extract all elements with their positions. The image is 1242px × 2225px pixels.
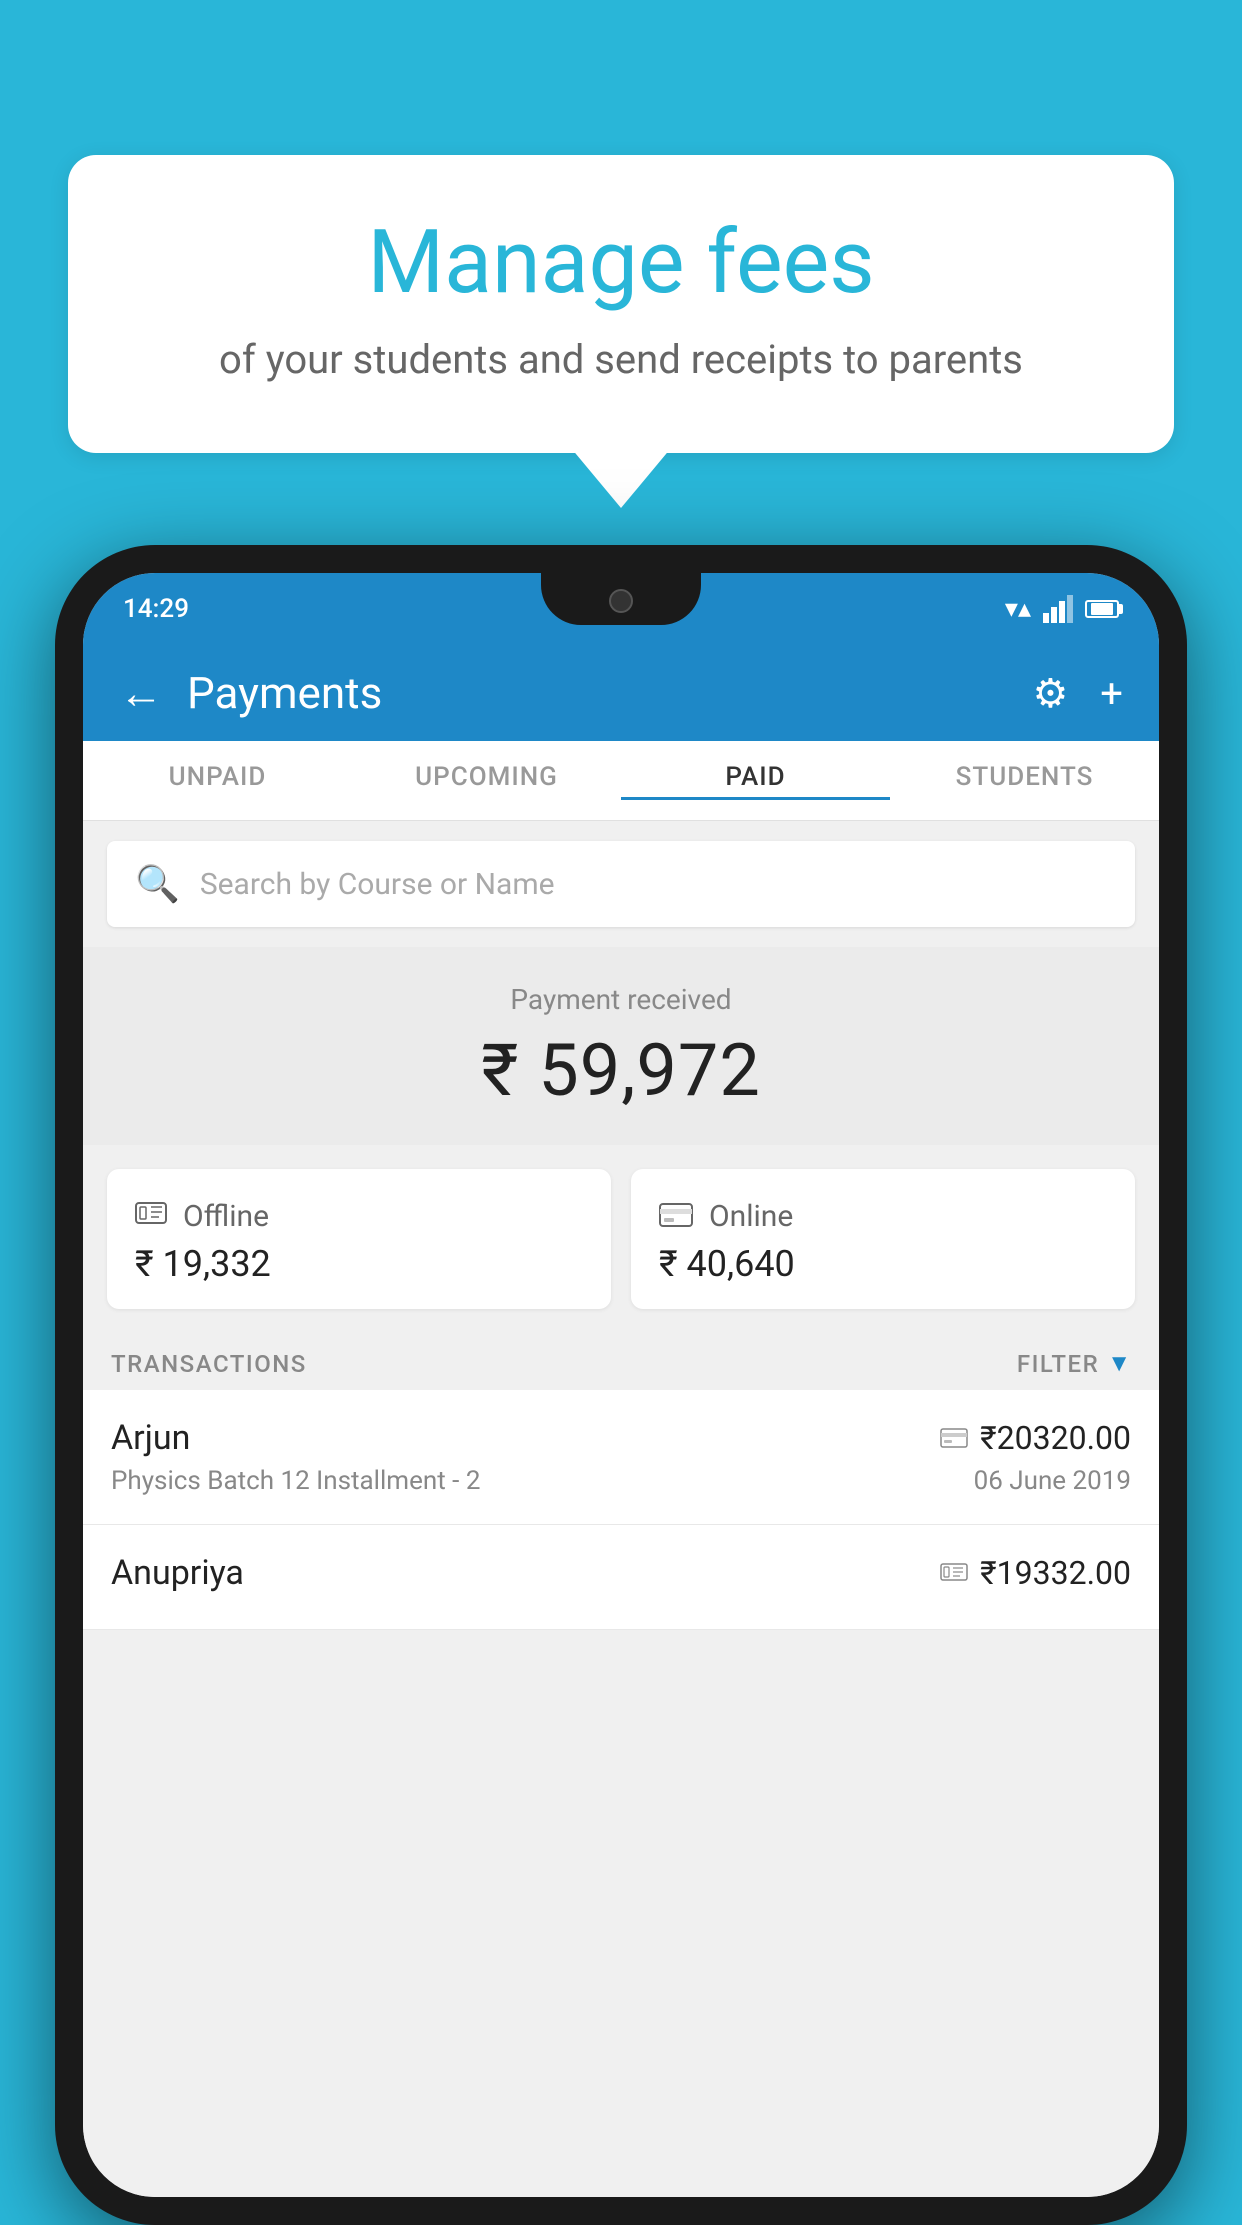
tabs-bar: UNPAID UPCOMING PAID STUDENTS [83,741,1159,821]
tab-upcoming[interactable]: UPCOMING [352,762,621,800]
transaction-name: Anupriya [111,1553,244,1593]
phone-screen: 14:29 ▾▴ [83,573,1159,2197]
status-icons: ▾▴ [1005,594,1119,624]
transaction-course: Physics Batch 12 Installment - 2 [111,1466,480,1496]
bubble-title: Manage fees [148,215,1094,312]
tab-students[interactable]: STUDENTS [890,762,1159,800]
transaction-date: 06 June 2019 [974,1466,1131,1496]
add-icon[interactable]: + [1100,670,1123,717]
battery-icon [1085,600,1119,618]
search-icon: 🔍 [135,863,180,905]
offline-payment-card: Offline ₹ 19,332 [107,1169,611,1309]
transaction-row[interactable]: Arjun ₹20320.00 Physics Batch 1 [83,1390,1159,1525]
transaction-amount: ₹20320.00 [980,1419,1131,1457]
header-actions: ⚙ + [1032,670,1123,717]
page-title: Payments [187,667,1032,719]
offline-payment-icon [135,1197,167,1235]
transaction-cash-icon [940,1557,968,1590]
online-payment-icon [659,1197,693,1235]
settings-icon[interactable]: ⚙ [1032,670,1068,717]
transaction-row[interactable]: Anupriya ₹19332.00 [83,1525,1159,1630]
transaction-amount-wrapper: ₹19332.00 [940,1554,1131,1592]
content-area: 🔍 Search by Course or Name Payment recei… [83,821,1159,2197]
online-payment-card: Online ₹ 40,640 [631,1169,1135,1309]
payment-received-section: Payment received ₹ 59,972 [83,947,1159,1145]
transactions-header: TRANSACTIONS FILTER ▼ [83,1333,1159,1390]
filter-icon: ▼ [1107,1349,1131,1378]
transaction-amount: ₹19332.00 [980,1554,1131,1592]
phone-notch [541,573,701,625]
status-time: 14:29 [123,594,189,624]
speech-bubble: Manage fees of your students and send re… [68,155,1174,453]
tab-unpaid[interactable]: UNPAID [83,762,352,800]
search-input[interactable]: Search by Course or Name [200,867,555,902]
online-amount: ₹ 40,640 [659,1243,1107,1285]
payment-label: Payment received [107,983,1135,1016]
payment-total-amount: ₹ 59,972 [107,1028,1135,1113]
transaction-card-icon [940,1422,968,1455]
search-bar[interactable]: 🔍 Search by Course or Name [107,841,1135,927]
back-button[interactable]: ← [119,667,163,719]
app-header: ← Payments ⚙ + [83,645,1159,741]
offline-label: Offline [183,1199,269,1234]
transaction-amount-wrapper: ₹20320.00 [940,1419,1131,1457]
online-label: Online [709,1199,793,1234]
bubble-subtitle: of your students and send receipts to pa… [148,336,1094,383]
phone-device: 14:29 ▾▴ [55,545,1187,2225]
front-camera [609,589,633,613]
filter-button[interactable]: FILTER ▼ [1017,1349,1131,1378]
offline-amount: ₹ 19,332 [135,1243,583,1285]
signal-icon [1043,595,1073,623]
filter-label: FILTER [1017,1350,1099,1378]
payment-cards-row: Offline ₹ 19,332 Onli [83,1145,1159,1333]
tab-paid[interactable]: PAID [621,762,890,800]
transactions-label: TRANSACTIONS [111,1350,307,1378]
wifi-icon: ▾▴ [1005,594,1031,624]
transaction-name: Arjun [111,1418,190,1458]
